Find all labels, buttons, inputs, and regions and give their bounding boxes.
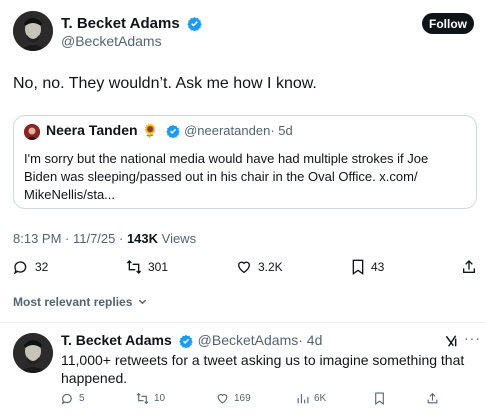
reply-avatar-image — [13, 333, 53, 373]
quote-author-handle: @neeratanden — [184, 123, 271, 138]
replies-sort-dropdown[interactable]: Most relevant replies — [13, 295, 147, 309]
sort-label: Most relevant replies — [13, 295, 133, 309]
retweet-action[interactable]: 301 — [126, 259, 168, 275]
reply-author-name[interactable]: T. Becket Adams — [61, 332, 172, 348]
reply-retweet-count: 10 — [154, 393, 166, 404]
quote-text-line: Biden was sleeping/passed out in his cha… — [24, 169, 418, 184]
reply-icon — [61, 393, 72, 405]
views-chart-icon — [297, 394, 309, 404]
retweet-icon — [136, 392, 149, 405]
retweet-count: 301 — [148, 260, 169, 274]
grok-icon[interactable] — [444, 334, 458, 348]
quote-text: I'm sorry but the national media would h… — [24, 150, 428, 204]
more-options-icon[interactable]: ··· — [464, 330, 481, 346]
sunflower-emoji-icon: 🌻 — [142, 123, 159, 138]
views-label: Views — [158, 231, 197, 246]
reply-text-line: 11,000+ retweets for a tweet asking us t… — [61, 352, 465, 368]
author-avatar[interactable] — [13, 11, 53, 51]
reply-text-line: happened. — [61, 370, 128, 386]
quote-text-line: MikeNellis/sta... — [24, 187, 116, 202]
reply-text: 11,000+ retweets for a tweet asking us t… — [61, 351, 464, 387]
bookmark-count: 43 — [371, 260, 385, 274]
quote-verified-badge-icon — [165, 124, 180, 138]
view-count: 143K — [126, 231, 159, 246]
verified-badge-icon — [187, 16, 202, 31]
reply-count: 32 — [35, 260, 49, 274]
reply-author-handle[interactable]: @BecketAdams — [198, 332, 299, 348]
reply-retweet-action[interactable]: 10 — [136, 392, 165, 405]
chevron-down-icon — [138, 299, 146, 305]
author-name[interactable]: T. Becket Adams — [61, 15, 180, 32]
like-count: 3.2K — [258, 260, 283, 274]
timestamp[interactable]: 8:13 PM · 11/7/25 · — [13, 231, 127, 246]
quote-author-name: Neera Tanden — [46, 122, 138, 138]
retweet-icon — [126, 260, 142, 274]
share-icon — [427, 392, 438, 404]
author-name-row: T. Becket Adams — [61, 15, 202, 33]
quote-author-avatar — [24, 124, 40, 140]
reply-bookmark-action[interactable] — [374, 392, 385, 405]
reply-views-action[interactable]: 6K — [296, 392, 326, 405]
reply-like-count: 169 — [234, 393, 251, 404]
divider — [0, 322, 485, 323]
tweet-meta: 8:13 PM · 11/7/25 · 143K Views — [13, 231, 196, 246]
like-action[interactable]: 3.2K — [236, 259, 283, 275]
follow-button[interactable]: Follow — [422, 13, 474, 34]
reply-view-count: 6K — [314, 393, 327, 404]
reply-share-action[interactable] — [426, 392, 439, 405]
bookmark-icon — [375, 392, 384, 405]
reply-author-avatar[interactable] — [13, 333, 53, 373]
heart-icon — [217, 394, 228, 404]
reply-action[interactable]: 32 — [13, 259, 48, 275]
reply-icon — [13, 261, 27, 275]
tweet-text: No, no. They wouldn’t. Ask me how I know… — [13, 75, 317, 92]
reply-age: · 4d — [298, 332, 323, 348]
quoted-tweet-card[interactable]: Neera Tanden 🌻 @neeratanden· 5d I'm sorr… — [13, 115, 477, 209]
share-action[interactable] — [461, 259, 477, 275]
bookmark-icon — [352, 259, 364, 275]
bookmark-action[interactable]: 43 — [351, 259, 384, 275]
heart-icon — [237, 261, 251, 274]
avatar-image — [13, 11, 53, 51]
reply-verified-badge-icon — [179, 334, 193, 348]
quote-avatar-image — [24, 124, 40, 140]
quote-header: Neera Tanden 🌻 @neeratanden· 5d — [46, 122, 293, 140]
author-handle[interactable]: @BecketAdams — [61, 33, 162, 49]
reply-reply-action[interactable]: 5 — [61, 392, 85, 405]
quote-text-line: I'm sorry but the national media would h… — [24, 151, 429, 166]
reply-header: T. Becket Adams @BecketAdams· 4d — [61, 332, 322, 350]
reply-reply-count: 5 — [79, 393, 85, 404]
share-icon — [463, 260, 475, 273]
reply-like-action[interactable]: 169 — [216, 392, 251, 405]
quote-age: · 5d — [270, 123, 293, 138]
